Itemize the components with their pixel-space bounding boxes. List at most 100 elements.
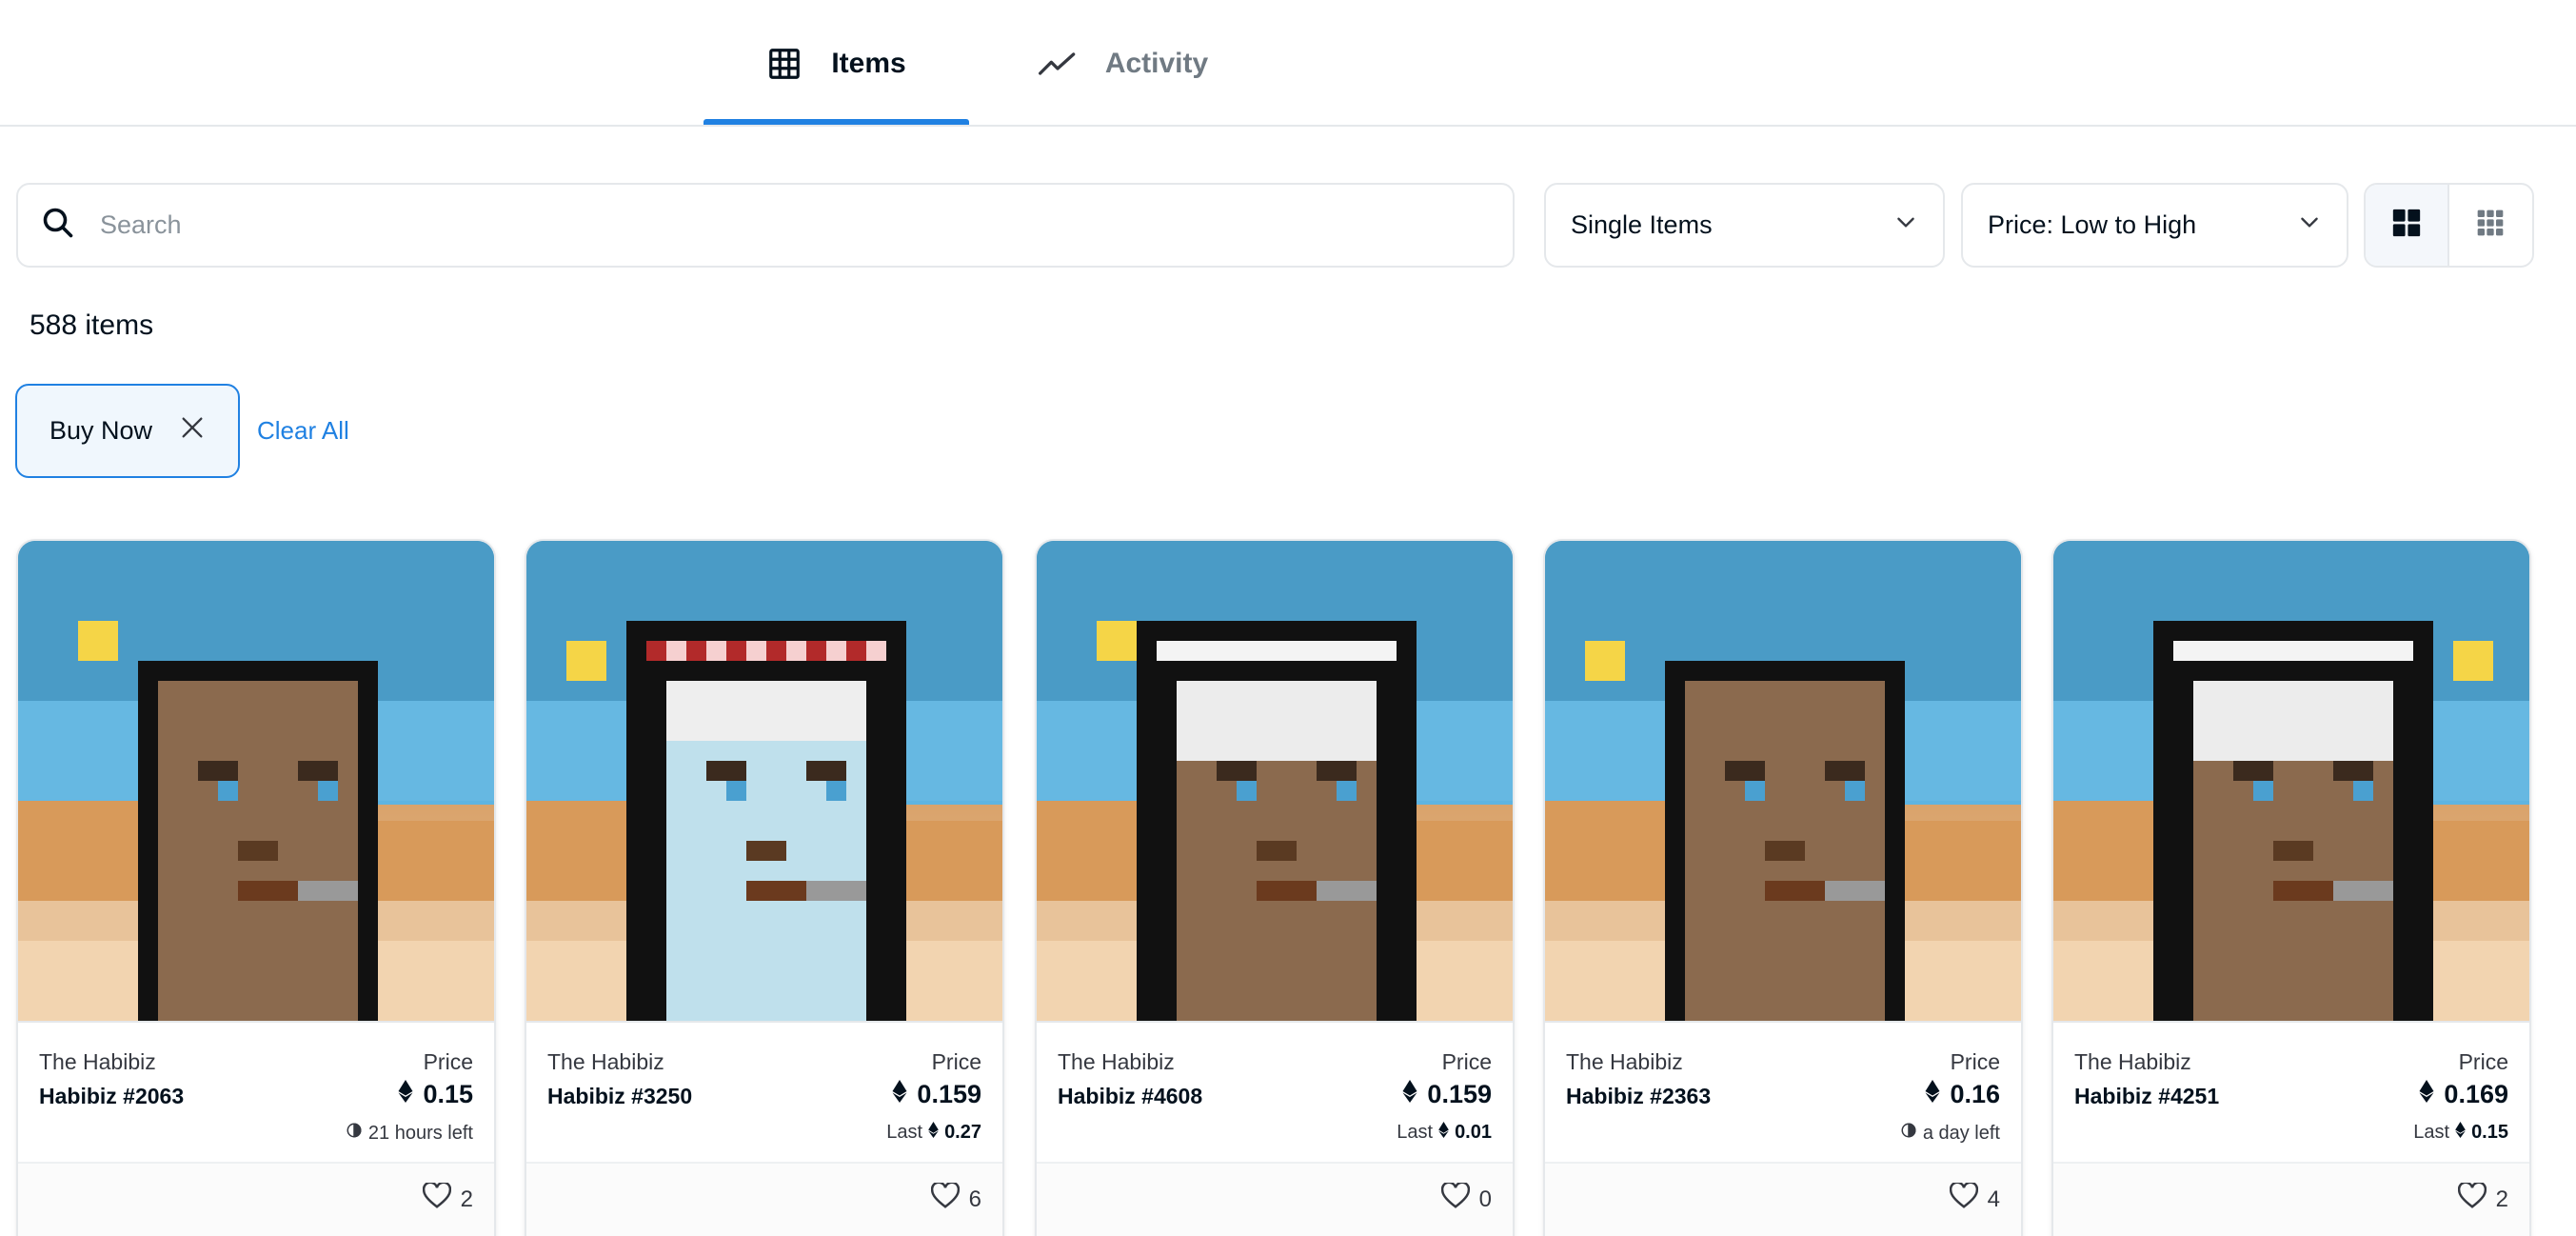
clock-icon	[346, 1122, 363, 1145]
price-amount: 0.15	[423, 1080, 473, 1108]
grid-icon	[766, 46, 803, 82]
card-subinfo: Last 0.15	[2413, 1122, 2508, 1144]
price-label: Price	[2458, 1049, 2508, 1074]
favorite-button[interactable]: 2	[2457, 1181, 2508, 1216]
card-info: The Habibiz Habibiz #3250 Price 0.159 La…	[526, 1021, 1002, 1162]
tab-items[interactable]: Items	[703, 0, 969, 127]
sale-type-value: Single Items	[1571, 210, 1713, 239]
tab-bar: Items Activity	[0, 0, 2576, 127]
favorite-count: 0	[1478, 1186, 1492, 1212]
nft-image[interactable]	[2053, 541, 2529, 1021]
item-name[interactable]: Habibiz #4251	[2074, 1084, 2219, 1109]
card-info: The Habibiz Habibiz #4251 Price 0.169 La…	[2053, 1021, 2529, 1162]
card-subinfo: Last 0.27	[886, 1122, 981, 1144]
card-subinfo: 21 hours left	[346, 1122, 473, 1145]
large-grid-view-button[interactable]	[2366, 185, 2449, 266]
item-name[interactable]: Habibiz #4608	[1058, 1084, 1202, 1109]
price-value: 0.16	[1925, 1080, 2000, 1109]
filter-chip-buy-now[interactable]: Buy Now	[15, 384, 240, 478]
heart-icon	[930, 1181, 960, 1216]
last-sale-label: Last	[886, 1122, 923, 1143]
last-sale-label: Last	[2413, 1122, 2450, 1143]
tab-activity-label: Activity	[1104, 47, 1209, 79]
nft-image[interactable]	[1037, 541, 1513, 1021]
card-info: The Habibiz Habibiz #2363 Price 0.16 a d…	[1545, 1021, 2021, 1162]
item-name[interactable]: Habibiz #2063	[39, 1084, 184, 1109]
last-sale-value: 0.15	[2471, 1122, 2508, 1143]
filter-chip-label: Buy Now	[49, 416, 153, 445]
price-label: Price	[1950, 1049, 2000, 1074]
item-name[interactable]: Habibiz #3250	[547, 1084, 692, 1109]
chevron-down-icon	[1893, 209, 1918, 241]
price-label: Price	[931, 1049, 981, 1074]
search-box[interactable]	[16, 183, 1515, 268]
card-footer: 0	[1037, 1162, 1513, 1236]
card-footer: 2	[2053, 1162, 2529, 1236]
item-name[interactable]: Habibiz #2363	[1566, 1084, 1711, 1109]
sort-value: Price: Low to High	[1988, 210, 2197, 239]
eth-icon	[928, 1122, 939, 1144]
small-grid-view-button[interactable]	[2449, 185, 2533, 266]
close-icon[interactable]	[179, 414, 206, 448]
search-input[interactable]	[100, 210, 1433, 240]
last-sale-value: 0.01	[1455, 1122, 1492, 1143]
last-sale-label: Last	[1397, 1122, 1434, 1143]
nft-card[interactable]: The Habibiz Habibiz #2063 Price 0.15 21 …	[16, 539, 496, 1236]
favorite-count: 2	[2495, 1186, 2508, 1212]
sort-dropdown[interactable]: Price: Low to High	[1961, 183, 2348, 268]
card-footer: 4	[1545, 1162, 2021, 1236]
price-value: 0.159	[892, 1080, 981, 1109]
favorite-button[interactable]: 4	[1949, 1181, 2000, 1216]
nft-image[interactable]	[526, 541, 1002, 1021]
price-label: Price	[423, 1049, 473, 1074]
nft-image[interactable]	[18, 541, 494, 1021]
eth-icon	[2455, 1122, 2466, 1144]
nft-card[interactable]: The Habibiz Habibiz #4251 Price 0.169 La…	[2051, 539, 2531, 1236]
card-info: The Habibiz Habibiz #2063 Price 0.15 21 …	[18, 1021, 494, 1162]
collection-name[interactable]: The Habibiz	[1058, 1049, 1175, 1075]
eth-icon	[1438, 1122, 1449, 1144]
favorite-count: 6	[968, 1186, 981, 1212]
nft-card[interactable]: The Habibiz Habibiz #4608 Price 0.159 La…	[1035, 539, 1515, 1236]
collection-name[interactable]: The Habibiz	[547, 1049, 664, 1075]
price-amount: 0.16	[1950, 1080, 2000, 1108]
eth-icon	[398, 1080, 413, 1109]
nft-card[interactable]: The Habibiz Habibiz #3250 Price 0.159 La…	[525, 539, 1004, 1236]
time-left: a day left	[1922, 1122, 2000, 1144]
card-footer: 2	[18, 1162, 494, 1236]
small-grid-icon	[2475, 208, 2506, 243]
card-subinfo: a day left	[1900, 1122, 2000, 1145]
price-value: 0.169	[2419, 1080, 2508, 1109]
price-value: 0.15	[398, 1080, 473, 1109]
price-label: Price	[1441, 1049, 1492, 1074]
collection-name[interactable]: The Habibiz	[2074, 1049, 2191, 1075]
price-amount: 0.159	[917, 1080, 981, 1108]
tab-activity[interactable]: Activity	[1009, 0, 1238, 127]
price-value: 0.159	[1402, 1080, 1492, 1109]
favorite-button[interactable]: 0	[1440, 1181, 1492, 1216]
eth-icon	[1402, 1080, 1417, 1109]
large-grid-icon	[2390, 207, 2423, 244]
heart-icon	[422, 1181, 451, 1216]
results-count: 588 items	[30, 309, 154, 341]
clock-icon	[1900, 1122, 1917, 1145]
activity-icon	[1038, 50, 1077, 78]
collection-name[interactable]: The Habibiz	[1566, 1049, 1683, 1075]
favorite-button[interactable]: 6	[930, 1181, 981, 1216]
card-footer: 6	[526, 1162, 1002, 1236]
heart-icon	[2457, 1181, 2487, 1216]
favorite-button[interactable]: 2	[422, 1181, 473, 1216]
search-icon	[41, 206, 75, 245]
eth-icon	[2419, 1080, 2434, 1109]
nft-image[interactable]	[1545, 541, 2021, 1021]
active-tab-indicator	[703, 119, 969, 125]
clear-all-link[interactable]: Clear All	[257, 416, 349, 446]
last-sale-value: 0.27	[944, 1122, 981, 1143]
sale-type-dropdown[interactable]: Single Items	[1544, 183, 1945, 268]
nft-card[interactable]: The Habibiz Habibiz #2363 Price 0.16 a d…	[1543, 539, 2023, 1236]
heart-icon	[1440, 1181, 1470, 1216]
collection-name[interactable]: The Habibiz	[39, 1049, 156, 1075]
card-subinfo: Last 0.01	[1397, 1122, 1492, 1144]
eth-icon	[1925, 1080, 1940, 1109]
eth-icon	[892, 1080, 907, 1109]
